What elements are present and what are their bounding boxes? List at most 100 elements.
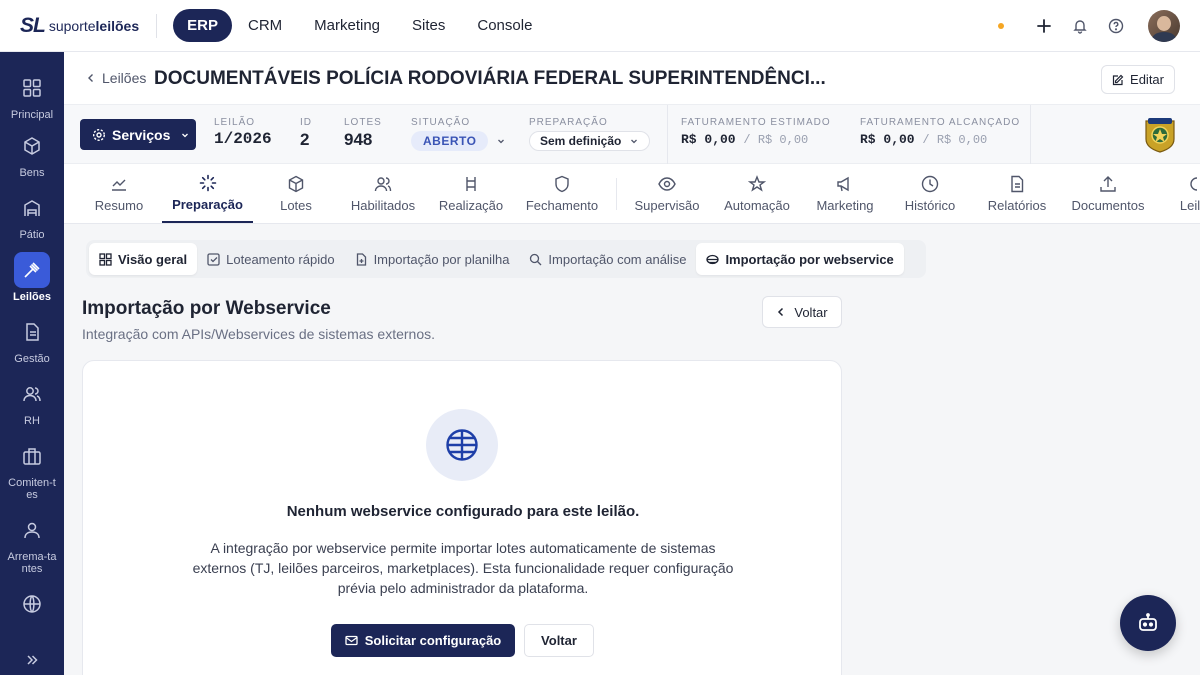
topnav-console[interactable]: Console [461,9,548,42]
stat-id: ID 2 [300,117,312,150]
back-button[interactable]: Voltar [762,296,842,328]
bell-icon[interactable] [1068,14,1092,38]
tab-marketing[interactable]: Marketing [811,164,879,223]
subtab-visao-geral[interactable]: Visão geral [89,243,198,275]
tab-label: Automação [724,198,790,213]
sidebar-item-gestao[interactable]: Gestão [0,314,64,365]
section-title: Importação por Webservice [82,298,331,319]
tab-resumo[interactable]: Resumo [84,164,154,223]
tab-leil[interactable]: Leil [1170,164,1200,223]
gear-icon [92,128,106,141]
sidebar-item-globe[interactable] [0,586,64,622]
tab-automacao[interactable]: Automação [720,164,794,223]
plus-icon[interactable] [1032,14,1056,38]
search-icon [530,253,542,265]
tab-label: Habilitados [350,198,416,213]
clock-icon [921,174,939,194]
grid-icon [14,70,50,106]
megaphone-icon [836,174,854,194]
sidebar-item-label: Comiten-tes [8,477,56,501]
stat-situacao: SITUAÇÃO ABERTO [411,117,506,151]
tab-realizacao[interactable]: Realização [435,164,507,223]
empty-state-title: Nenhum webservice configurado para este … [286,503,640,520]
assistant-bot-button[interactable] [1120,595,1176,651]
tab-lotes[interactable]: Lotes [265,164,327,223]
users-icon [374,174,392,194]
globe-icon [426,409,498,481]
brand-logo[interactable]: SL suporteleilões [20,0,139,52]
topnav-crm[interactable]: CRM [232,9,298,42]
services-label: Serviços [112,126,171,143]
edit-button[interactable]: Editar [1101,65,1175,94]
breadcrumb-back[interactable]: Leilões [86,70,146,86]
divider [616,178,617,210]
file-plus-icon [356,252,366,266]
subtab-importacao-planilha[interactable]: Importação por planilha [345,243,520,275]
police-badge-logo [1142,115,1178,153]
topnav-marketing[interactable]: Marketing [298,9,396,42]
stat-value: 2 [300,130,310,149]
tab-historico[interactable]: Histórico [898,164,962,223]
sidebar-item-label: Principal [10,109,54,121]
stat-key: LOTES [344,117,382,128]
sidebar-item-bens[interactable]: Bens [0,128,64,179]
file-text-icon [1008,174,1026,194]
sidebar-item-label: Bens [19,167,45,179]
sidebar-item-leiloes[interactable]: Leilões [0,252,64,303]
tab-habilitados[interactable]: Habilitados [343,164,423,223]
briefcase-icon [14,438,50,474]
request-config-button[interactable]: Solicitar configuração [331,624,515,657]
module-tabs: Resumo Preparação Lotes Habilitados Real… [64,164,1200,224]
status-badge: ABERTO [411,131,489,151]
subtab-loteamento-rapido[interactable]: Loteamento rápido [197,243,344,275]
expand-sidebar-button[interactable] [0,642,64,675]
box-icon [14,128,50,164]
tab-preparacao[interactable]: Preparação [162,164,253,223]
services-button[interactable]: Serviços [80,119,196,150]
tab-label: Documentos [1071,198,1145,213]
tab-label: Fechamento [525,198,599,213]
robot-icon [1139,613,1157,631]
chevron-left-icon [778,307,784,317]
subtab-label: Importação por planilha [373,251,510,267]
subtab-importacao-analise[interactable]: Importação com análise [519,243,696,275]
preparation-select[interactable]: Sem definição [529,131,651,151]
topnav-sites[interactable]: Sites [396,9,461,42]
grid-icon [99,252,112,266]
sidebar-item-comitentes[interactable]: Comiten-tes [0,438,64,501]
sidebar-item-patio[interactable]: Pátio [0,190,64,241]
tab-supervisao[interactable]: Supervisão [630,164,704,223]
stat-key: PREPARAÇÃO [529,117,608,128]
subtab-label: Importação com análise [548,251,687,267]
breadcrumb-label: Leilões [102,70,147,86]
tab-label: Leil [1179,198,1200,213]
stat-value: R$ 0,00 / R$ 0,00 [860,132,988,147]
stat-key: FATURAMENTO ALCANÇADO [860,117,1021,128]
tab-label: Realização [438,198,504,213]
sidebar-item-arrematantes[interactable]: Arrema-tantes [0,512,64,575]
top-bar: SL suporteleilões ERP CRM Marketing Site… [0,0,1200,52]
partial-icon [1181,174,1199,194]
sidebar-item-rh[interactable]: RH [0,376,64,427]
avatar[interactable] [1148,10,1180,42]
tab-label: Preparação [172,197,243,212]
voltar-button[interactable]: Voltar [524,624,594,657]
stat-key: FATURAMENTO ESTIMADO [681,117,831,128]
tab-label: Histórico [904,198,956,213]
tab-documentos[interactable]: Documentos [1068,164,1148,223]
chevrons-right-icon [14,642,50,675]
gavel-icon [462,174,480,194]
subtab-importacao-webservice[interactable]: Importação por webservice [696,243,904,275]
tab-fechamento[interactable]: Fechamento [522,164,602,223]
box-icon [287,174,305,194]
sidebar-item-label: Leilões [13,291,51,303]
stat-faturamento-alcancado: FATURAMENTO ALCANÇADO R$ 0,00 / R$ 0,00 [860,117,1020,147]
status-select[interactable]: ABERTO [411,131,506,151]
sidebar-item-principal[interactable]: Principal [0,70,64,121]
divider [156,13,158,38]
auction-info-strip: Serviços LEILÃO 1/2026 ID 2 LOTES 948 SI… [64,104,1200,165]
tab-relatorios[interactable]: Relatórios [982,164,1052,223]
topnav-erp[interactable]: ERP [173,9,232,42]
subtab-label: Loteamento rápido [226,251,335,267]
help-icon[interactable] [1104,14,1128,38]
